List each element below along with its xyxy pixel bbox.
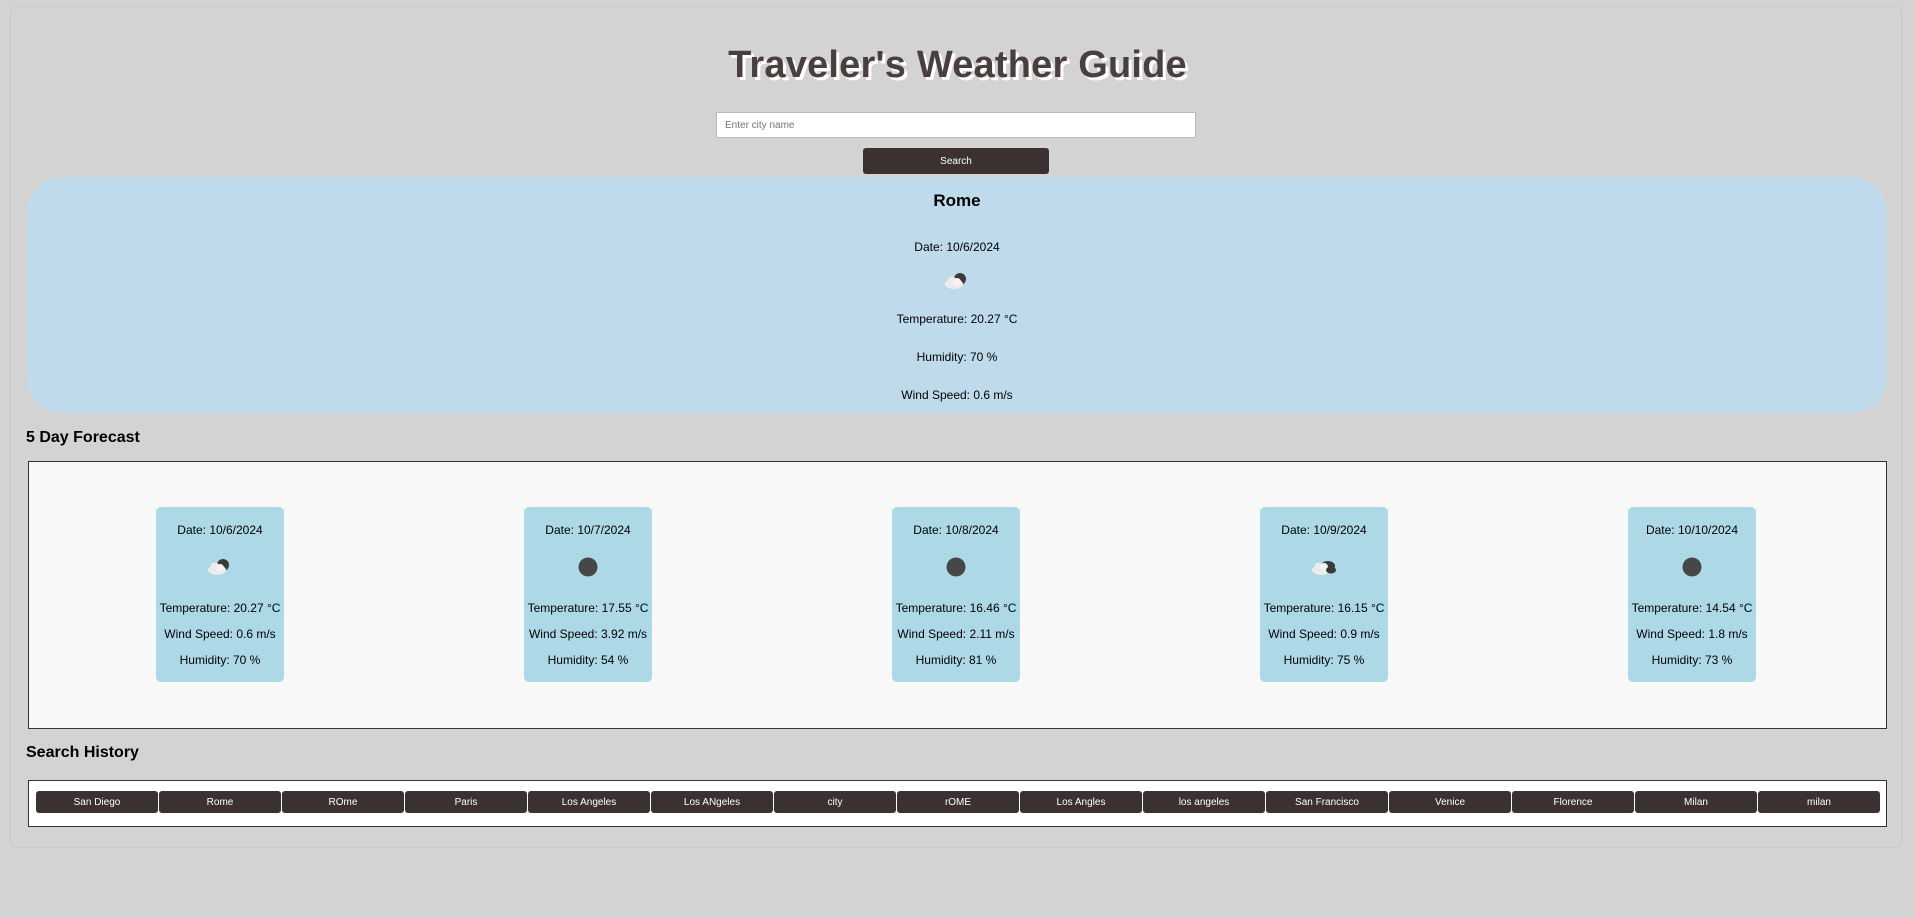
- forecast-container: Date: 10/6/2024 Temperature: 20.27 °C Wi…: [28, 461, 1887, 729]
- history-city-button[interactable]: rOME: [897, 791, 1019, 813]
- forecast-humidity: Humidity: 73 %: [1651, 653, 1733, 667]
- forecast-temperature: Temperature: 20.27 °C: [159, 601, 281, 615]
- forecast-date: Date: 10/9/2024: [1281, 523, 1367, 537]
- history-city-button[interactable]: los angeles: [1143, 791, 1265, 813]
- forecast-humidity: Humidity: 70 %: [179, 653, 261, 667]
- forecast-temperature: Temperature: 16.15 °C: [1263, 601, 1385, 615]
- forecast-humidity: Humidity: 81 %: [915, 653, 997, 667]
- history-city-button[interactable]: Los Angeles: [528, 791, 650, 813]
- forecast-temperature: Temperature: 17.55 °C: [527, 601, 649, 615]
- history-city-button[interactable]: Rome: [159, 791, 281, 813]
- forecast-wind-speed: Wind Speed: 1.8 m/s: [1636, 627, 1748, 641]
- partly-cloudy-icon: [206, 557, 234, 577]
- city-search-input[interactable]: [716, 112, 1196, 138]
- forecast-date: Date: 10/8/2024: [913, 523, 999, 537]
- current-wind-speed: Wind Speed: 0.6 m/s: [901, 388, 1013, 402]
- forecast-wind-speed: Wind Speed: 3.92 m/s: [528, 627, 648, 641]
- forecast-card: Date: 10/10/2024 Temperature: 14.54 °C W…: [1628, 507, 1756, 682]
- current-date: Date: 10/6/2024: [914, 240, 1000, 254]
- current-temperature: Temperature: 20.27 °C: [896, 312, 1018, 326]
- history-city-button[interactable]: Florence: [1512, 791, 1634, 813]
- history-city-button[interactable]: city: [774, 791, 896, 813]
- forecast-temperature: Temperature: 14.54 °C: [1631, 601, 1753, 615]
- forecast-card: Date: 10/8/2024 Temperature: 16.46 °C Wi…: [892, 507, 1020, 682]
- forecast-card: Date: 10/9/2024 Temperature: 16.15 °C Wi…: [1260, 507, 1388, 682]
- forecast-card: Date: 10/7/2024 Temperature: 17.55 °C Wi…: [524, 507, 652, 682]
- search-history-list: San Diego Rome ROme Paris Los Angeles Lo…: [36, 791, 1880, 813]
- search-button[interactable]: Search: [863, 148, 1049, 174]
- search-history-heading: Search History: [26, 744, 139, 761]
- page-title: Traveler's Weather Guide: [728, 44, 1187, 86]
- current-humidity: Humidity: 70 %: [916, 350, 998, 364]
- forecast-wind-speed: Wind Speed: 0.9 m/s: [1268, 627, 1380, 641]
- history-city-button[interactable]: Milan: [1635, 791, 1757, 813]
- partly-cloudy-icon: [943, 271, 971, 291]
- forecast-wind-speed: Wind Speed: 2.11 m/s: [897, 627, 1015, 641]
- forecast-humidity: Humidity: 75 %: [1283, 653, 1365, 667]
- overcast-dot-icon: [942, 557, 970, 577]
- history-city-button[interactable]: ROme: [282, 791, 404, 813]
- history-city-button[interactable]: San Francisco: [1266, 791, 1388, 813]
- overcast-dot-icon: [574, 557, 602, 577]
- history-city-button[interactable]: San Diego: [36, 791, 158, 813]
- search-history-container: San Diego Rome ROme Paris Los Angeles Lo…: [28, 780, 1887, 827]
- forecast-heading: 5 Day Forecast: [26, 429, 140, 446]
- history-city-button[interactable]: milan: [1758, 791, 1880, 813]
- history-city-button[interactable]: Los ANgeles: [651, 791, 773, 813]
- overcast-dot-icon: [1678, 557, 1706, 577]
- history-city-button[interactable]: Paris: [405, 791, 527, 813]
- forecast-temperature: Temperature: 16.46 °C: [895, 601, 1017, 615]
- history-city-button[interactable]: Venice: [1389, 791, 1511, 813]
- forecast-card: Date: 10/6/2024 Temperature: 20.27 °C Wi…: [156, 507, 284, 682]
- current-weather-panel: Rome Date: 10/6/2024 Temperature: 20.27 …: [27, 177, 1887, 413]
- forecast-wind-speed: Wind Speed: 0.6 m/s: [164, 627, 276, 641]
- forecast-date: Date: 10/7/2024: [545, 523, 631, 537]
- forecast-date: Date: 10/10/2024: [1645, 523, 1739, 537]
- history-city-button[interactable]: Los Angles: [1020, 791, 1142, 813]
- forecast-date: Date: 10/6/2024: [177, 523, 263, 537]
- broken-clouds-icon: [1310, 557, 1338, 577]
- forecast-humidity: Humidity: 54 %: [547, 653, 629, 667]
- current-city-name: Rome: [933, 191, 981, 210]
